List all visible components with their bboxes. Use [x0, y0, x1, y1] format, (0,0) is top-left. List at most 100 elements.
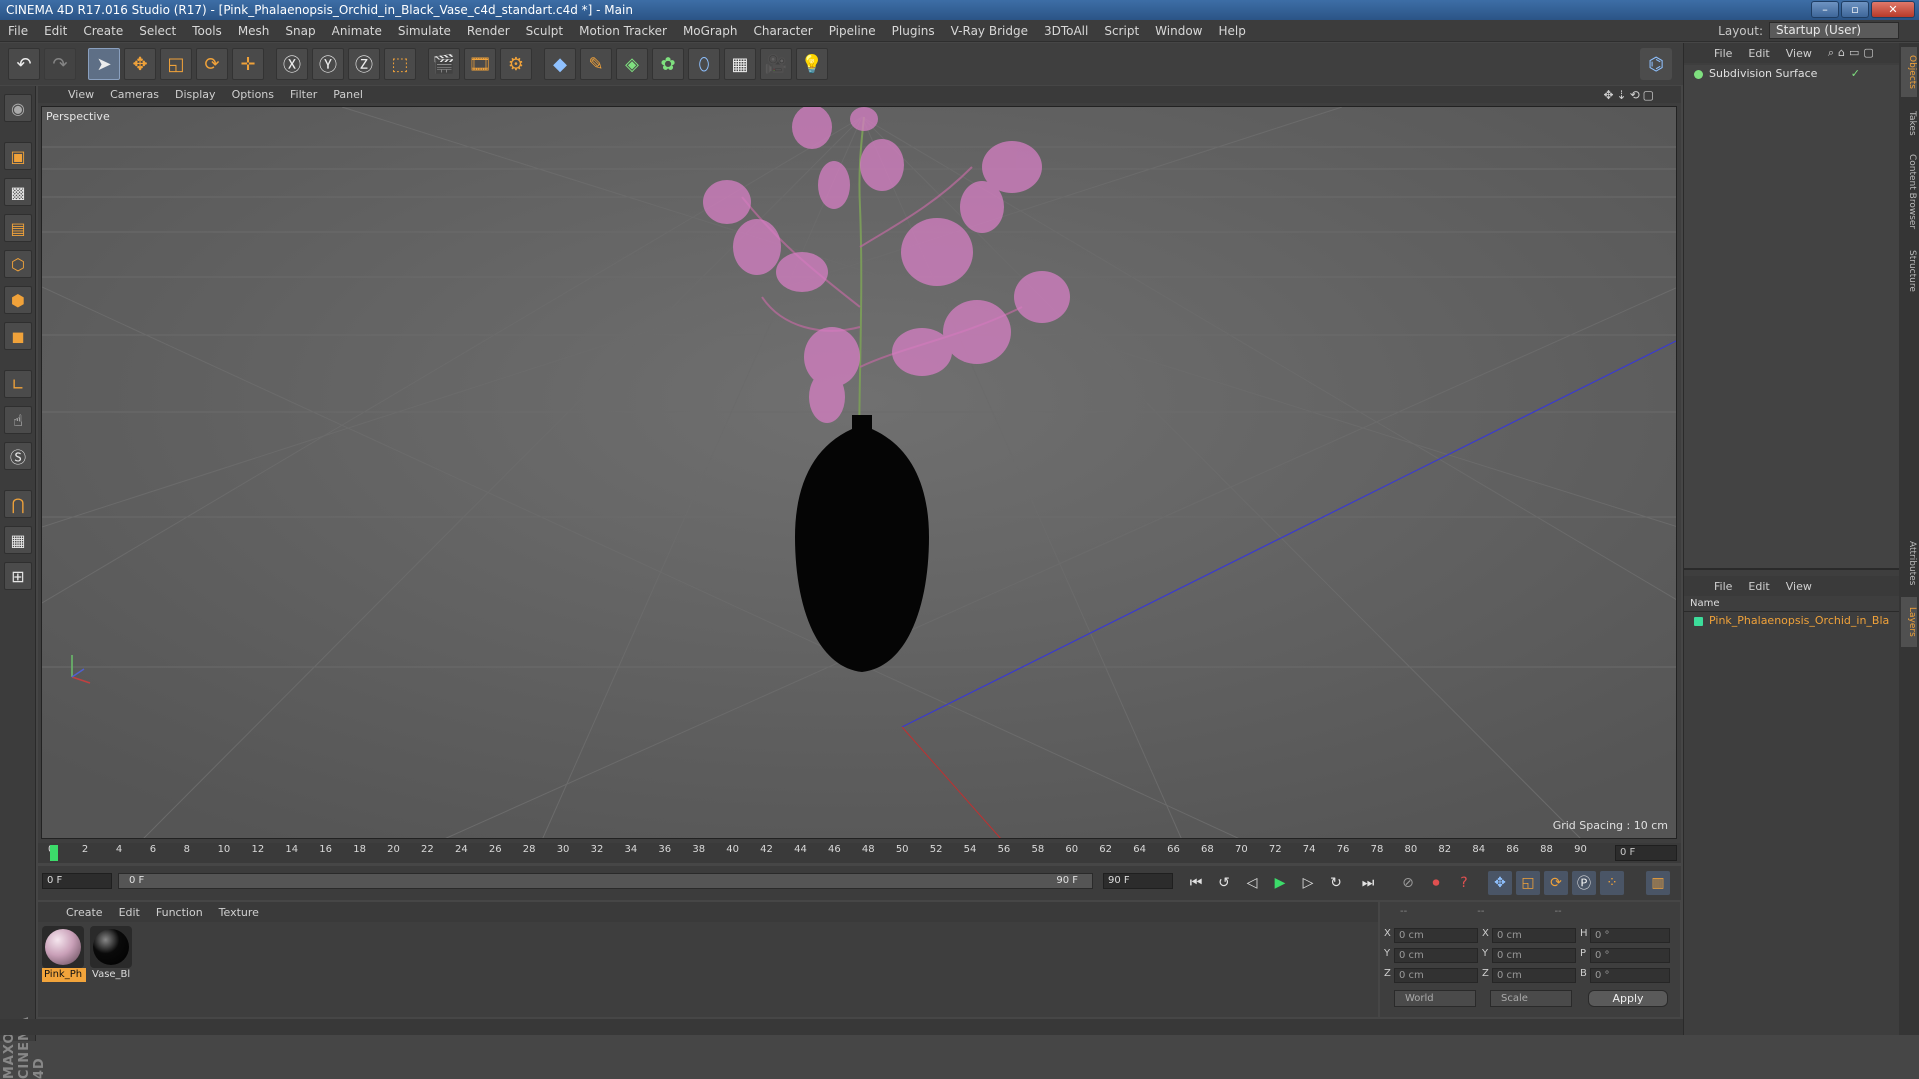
vp-menu-panel[interactable]: Panel — [333, 88, 363, 101]
position-y-field[interactable]: 0 cm — [1394, 948, 1478, 963]
position-key-icon[interactable]: ✥ — [1488, 871, 1512, 895]
menu-mograph[interactable]: MoGraph — [675, 24, 746, 38]
scale-dropdown[interactable]: Scale — [1490, 990, 1572, 1007]
mat-menu-edit[interactable]: Edit — [119, 906, 140, 919]
objects-toolbar-icons[interactable]: ⌕⌂▭▢ — [1828, 46, 1878, 60]
array-mograph-icon[interactable]: ✿ — [652, 48, 684, 80]
frame-range-slider[interactable]: 0 F 90 F — [118, 873, 1093, 889]
coordinate-system-icon[interactable]: ⬚ — [384, 48, 416, 80]
move-tool-icon[interactable]: ✥ — [124, 48, 156, 80]
rotation-key-icon[interactable]: ⟳ — [1544, 871, 1568, 895]
minimize-button[interactable]: – — [1811, 1, 1839, 18]
size-x-field[interactable]: 0 cm — [1492, 928, 1576, 943]
menu-create[interactable]: Create — [75, 24, 131, 38]
timeline-window-icon[interactable]: ▥ — [1646, 871, 1670, 895]
material-swatch-vase[interactable]: Vase_Bl — [90, 926, 134, 984]
menu-script[interactable]: Script — [1096, 24, 1147, 38]
polygons-mode-icon[interactable]: ◼ — [4, 322, 32, 350]
vp-menu-options[interactable]: Options — [232, 88, 274, 101]
menu-simulate[interactable]: Simulate — [390, 24, 459, 38]
next-key-icon[interactable]: ↻ — [1324, 871, 1348, 895]
menu-tools[interactable]: Tools — [184, 24, 230, 38]
menu-3dtoall[interactable]: 3DToAll — [1036, 24, 1096, 38]
menu-render[interactable]: Render — [459, 24, 518, 38]
model-mode-icon[interactable]: ▣ — [4, 142, 32, 170]
menu-window[interactable]: Window — [1147, 24, 1210, 38]
cube-primitive-icon[interactable]: ◆ — [544, 48, 576, 80]
render-picture-viewer-icon[interactable]: 🎞 — [464, 48, 496, 80]
tab-takes[interactable]: Takes — [1901, 103, 1917, 143]
menu-animate[interactable]: Animate — [324, 24, 390, 38]
menu-character[interactable]: Character — [745, 24, 820, 38]
magnet-icon[interactable]: ⋂ — [4, 490, 32, 518]
layout-dropdown[interactable]: Startup (User) — [1769, 22, 1899, 39]
menu-motion-tracker[interactable]: Motion Tracker — [571, 24, 675, 38]
previous-frame-icon[interactable]: ◁ — [1240, 871, 1264, 895]
menu-edit[interactable]: Edit — [36, 24, 75, 38]
z-axis-lock-icon[interactable]: Ⓩ — [348, 48, 380, 80]
floor-scene-icon[interactable]: ▦ — [724, 48, 756, 80]
go-to-end-icon[interactable]: ⏭ — [1356, 871, 1380, 895]
mat-menu-texture[interactable]: Texture — [219, 906, 259, 919]
menu-plugins[interactable]: Plugins — [884, 24, 943, 38]
x-axis-lock-icon[interactable]: Ⓧ — [276, 48, 308, 80]
end-frame-field[interactable]: 90 F — [1103, 873, 1173, 889]
start-frame-field[interactable]: 0 F — [42, 873, 112, 889]
render-view-icon[interactable]: 🎬 — [428, 48, 460, 80]
keyframe-selection-icon[interactable]: ? — [1452, 871, 1476, 895]
size-z-field[interactable]: 0 cm — [1492, 968, 1576, 983]
mat-menu-create[interactable]: Create — [66, 906, 103, 919]
render-settings-icon[interactable]: ⚙ — [500, 48, 532, 80]
menu-pipeline[interactable]: Pipeline — [821, 24, 884, 38]
vp-menu-cameras[interactable]: Cameras — [110, 88, 159, 101]
menu-mesh[interactable]: Mesh — [230, 24, 278, 38]
live-selection-icon[interactable]: ✛ — [232, 48, 264, 80]
obj-menu-edit[interactable]: Edit — [1748, 47, 1769, 60]
deformer-icon[interactable]: ⬯ — [688, 48, 720, 80]
rotation-b-field[interactable]: 0 ° — [1590, 968, 1670, 983]
rotation-p-field[interactable]: 0 ° — [1590, 948, 1670, 963]
y-axis-lock-icon[interactable]: Ⓨ — [312, 48, 344, 80]
vp-menu-view[interactable]: View — [68, 88, 94, 101]
parameter-key-icon[interactable]: Ⓟ — [1572, 871, 1596, 895]
layer-menu-edit[interactable]: Edit — [1748, 580, 1769, 593]
frame-ruler[interactable]: 0246810121416182022242628303234363840424… — [48, 843, 1608, 863]
check-icon[interactable]: ✓ — [1851, 65, 1860, 83]
autokey-icon[interactable]: ⏺ — [1424, 871, 1448, 895]
menu-file[interactable]: File — [0, 24, 36, 38]
close-button[interactable]: ✕ — [1871, 1, 1915, 18]
timeline-ruler[interactable]: 0246810121416182022242628303234363840424… — [38, 843, 1681, 863]
points-mode-icon[interactable]: ⬡ — [4, 250, 32, 278]
select-arrow-icon[interactable]: ➤ — [88, 48, 120, 80]
menu-vray-bridge[interactable]: V-Ray Bridge — [943, 24, 1036, 38]
obj-menu-view[interactable]: View — [1786, 47, 1812, 60]
object-row[interactable]: Subdivision Surface ✓ — [1684, 65, 1900, 83]
mat-menu-function[interactable]: Function — [156, 906, 203, 919]
maximize-button[interactable]: ▫ — [1841, 1, 1869, 18]
vp-menu-filter[interactable]: Filter — [290, 88, 317, 101]
apply-button[interactable]: Apply — [1588, 990, 1668, 1007]
scale-key-icon[interactable]: ◱ — [1516, 871, 1540, 895]
make-editable-icon[interactable]: ◉ — [4, 94, 32, 122]
layer-menu-file[interactable]: File — [1714, 580, 1732, 593]
previous-key-icon[interactable]: ↺ — [1212, 871, 1236, 895]
python-icon[interactable]: ⌬ — [1640, 48, 1672, 80]
position-x-field[interactable]: 0 cm — [1394, 928, 1478, 943]
record-keys-icon[interactable]: ⊘ — [1396, 871, 1420, 895]
rotation-h-field[interactable]: 0 ° — [1590, 928, 1670, 943]
size-y-field[interactable]: 0 cm — [1492, 948, 1576, 963]
pen-spline-icon[interactable]: ✎ — [580, 48, 612, 80]
menu-sculpt[interactable]: Sculpt — [518, 24, 571, 38]
subdivision-surface-icon[interactable]: ◈ — [616, 48, 648, 80]
point-level-key-icon[interactable]: ⁘ — [1600, 871, 1624, 895]
3d-viewport[interactable]: Perspective Grid Spacing : 10 cm — [41, 106, 1677, 839]
vp-menu-display[interactable]: Display — [175, 88, 216, 101]
tab-structure[interactable]: Structure — [1901, 241, 1917, 301]
viewport-nav-icons[interactable]: ✥⇣⟲▢ — [1603, 88, 1657, 102]
world-dropdown[interactable]: World — [1394, 990, 1476, 1007]
obj-menu-file[interactable]: File — [1714, 47, 1732, 60]
next-frame-icon[interactable]: ▷ — [1296, 871, 1320, 895]
current-frame-field[interactable]: 0 F — [1615, 845, 1677, 861]
play-icon[interactable]: ▶ — [1268, 871, 1292, 895]
scale-tool-icon[interactable]: ◱ — [160, 48, 192, 80]
